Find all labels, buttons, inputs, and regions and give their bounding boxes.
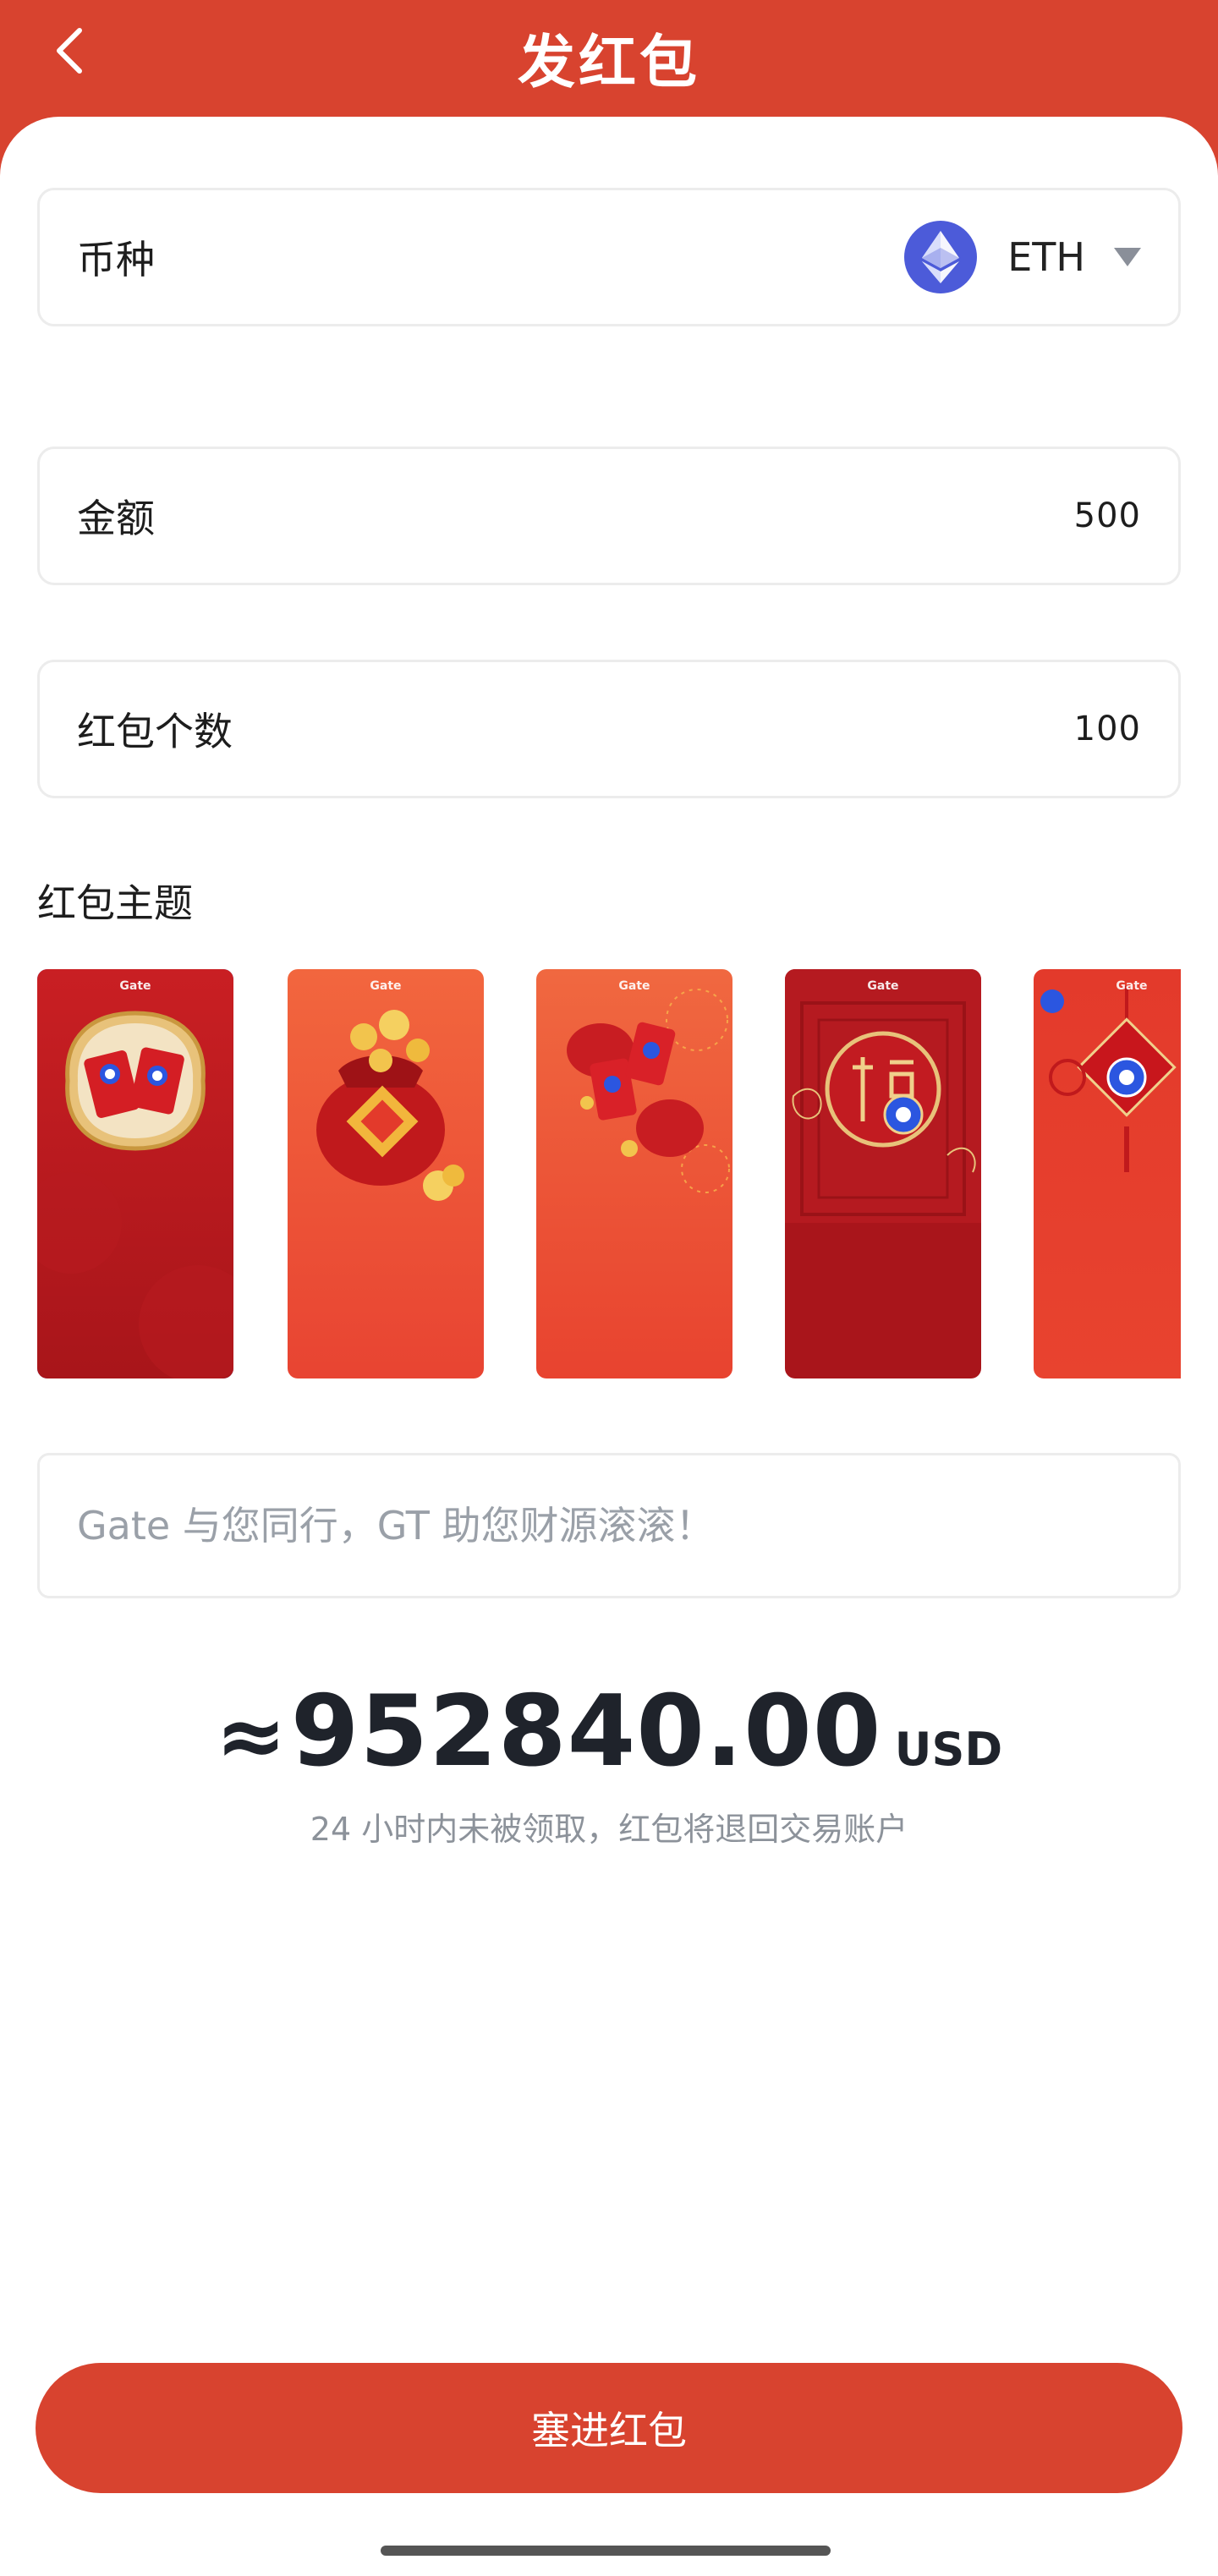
theme-card-lanterns[interactable]: Gate xyxy=(536,969,732,1378)
total-amount: ≈ 952840.00 USD xyxy=(0,1674,1218,1789)
total-unit: USD xyxy=(894,1723,1003,1776)
lanterns-artwork xyxy=(536,969,732,1378)
total-value: 952840.00 xyxy=(290,1674,882,1789)
page-title: 发红包 xyxy=(517,30,700,96)
card-brand-label: Gate xyxy=(370,979,402,993)
chinese-knot-artwork xyxy=(1034,969,1181,1378)
submit-button[interactable]: 塞进红包 xyxy=(36,2363,1182,2493)
greeting-input[interactable] xyxy=(77,1503,1141,1548)
fu-blessing-artwork xyxy=(785,969,981,1378)
amount-label: 金额 xyxy=(77,496,155,541)
expiry-note: 24 小时内未被领取，红包将退回交易账户 xyxy=(310,1811,908,1848)
coin-selector[interactable]: 币种 ETH xyxy=(37,188,1181,326)
eth-icon xyxy=(904,221,978,293)
lucky-bag-artwork xyxy=(288,969,484,1378)
home-indicator xyxy=(381,2546,831,2556)
theme-card-fu-blessing[interactable]: Gate xyxy=(785,969,981,1378)
card-brand-label: Gate xyxy=(618,979,650,993)
theme-section-title: 红包主题 xyxy=(37,880,193,926)
amount-field[interactable]: 金额 500 xyxy=(37,447,1181,585)
approx-sign: ≈ xyxy=(215,1686,287,1785)
red-envelopes-artwork xyxy=(37,969,233,1378)
theme-card-red-envelopes[interactable]: Gate xyxy=(37,969,233,1378)
card-brand-label: Gate xyxy=(867,979,899,993)
theme-carousel[interactable]: Gate Gate Gate Gate Gate xyxy=(37,969,1181,1380)
count-label: 红包个数 xyxy=(77,709,233,754)
theme-card-lucky-bag[interactable]: Gate xyxy=(288,969,484,1378)
card-brand-label: Gate xyxy=(119,979,151,993)
count-value: 100 xyxy=(1073,710,1141,748)
theme-card-chinese-knot[interactable]: Gate xyxy=(1034,969,1181,1378)
app-header: 发红包 xyxy=(0,0,1218,127)
caret-down-icon xyxy=(1114,248,1141,266)
greeting-field[interactable] xyxy=(37,1453,1181,1598)
coin-value: ETH xyxy=(1007,234,1085,280)
amount-value: 500 xyxy=(1073,496,1141,535)
count-field[interactable]: 红包个数 100 xyxy=(37,660,1181,798)
card-brand-label: Gate xyxy=(1116,979,1148,993)
coin-label: 币种 xyxy=(77,237,155,282)
